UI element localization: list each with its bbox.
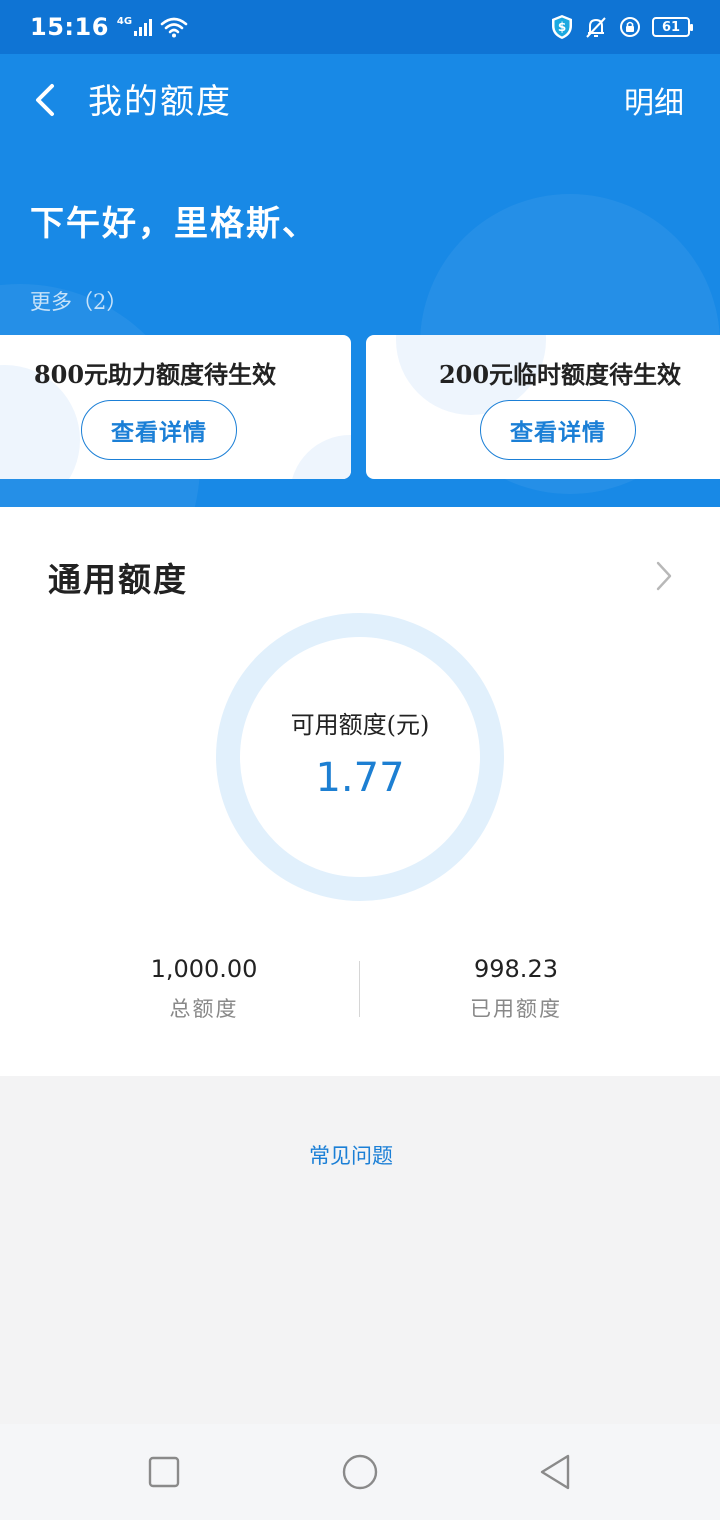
promo-card[interactable]: 200元临时额度待生效 查看详情 — [366, 335, 720, 479]
used-credit-stat: 998.23 已用额度 — [336, 955, 696, 1023]
header: 我的额度 明细 下午好，里格斯、 更多（2） 800元助力额度待生效 查看详情 … — [0, 54, 720, 507]
credit-section-title: 通用额度 — [48, 560, 188, 599]
page-title: 我的额度 — [88, 82, 232, 122]
view-details-button[interactable]: 查看详情 — [81, 400, 237, 460]
promo-title: 200元临时额度待生效 — [438, 360, 682, 389]
triangle-back-icon[interactable] — [536, 1452, 576, 1492]
back-arrow-icon[interactable] — [26, 80, 66, 120]
wifi-icon — [160, 17, 188, 38]
greeting-text: 下午好，里格斯、 — [30, 204, 318, 244]
status-bar: 15:16 4G $ 61 — [0, 0, 720, 54]
svg-text:$: $ — [558, 20, 566, 34]
total-credit-label: 总额度 — [169, 997, 239, 1021]
available-credit-label: 可用额度(元) — [290, 711, 430, 739]
more-link[interactable]: 更多（2） — [30, 286, 127, 316]
detail-button[interactable]: 明细 — [624, 78, 684, 122]
credit-section: 通用额度 可用额度(元) 1.77 1,000.00 总额度 998.23 已用… — [0, 507, 720, 1076]
faq-link[interactable]: 常见问题 — [0, 1140, 702, 1170]
network-type: 4G — [116, 15, 133, 27]
available-credit-value: 1.77 — [315, 755, 405, 801]
nav-bar: 我的额度 明细 — [0, 54, 720, 146]
signal-icon — [134, 18, 153, 36]
battery-indicator: 61 — [652, 17, 693, 37]
system-nav-bar — [0, 1424, 720, 1520]
status-time: 15:16 — [30, 13, 109, 41]
promo-card[interactable]: 800元助力额度待生效 查看详情 — [0, 335, 351, 479]
total-credit-stat: 1,000.00 总额度 — [24, 955, 384, 1023]
view-details-button[interactable]: 查看详情 — [480, 400, 636, 460]
used-credit-value: 998.23 — [474, 955, 558, 983]
rotation-lock-icon — [620, 17, 640, 37]
promo-title: 800元助力额度待生效 — [33, 360, 277, 389]
shield-icon: $ — [552, 15, 572, 39]
used-credit-label: 已用额度 — [470, 997, 562, 1021]
battery-level: 61 — [661, 19, 681, 35]
square-icon[interactable] — [144, 1452, 184, 1492]
mute-bell-icon — [586, 17, 606, 38]
circle-icon[interactable] — [340, 1452, 380, 1492]
total-credit-value: 1,000.00 — [150, 955, 258, 983]
chevron-right-icon[interactable] — [652, 559, 676, 593]
card-decoration — [290, 435, 351, 479]
